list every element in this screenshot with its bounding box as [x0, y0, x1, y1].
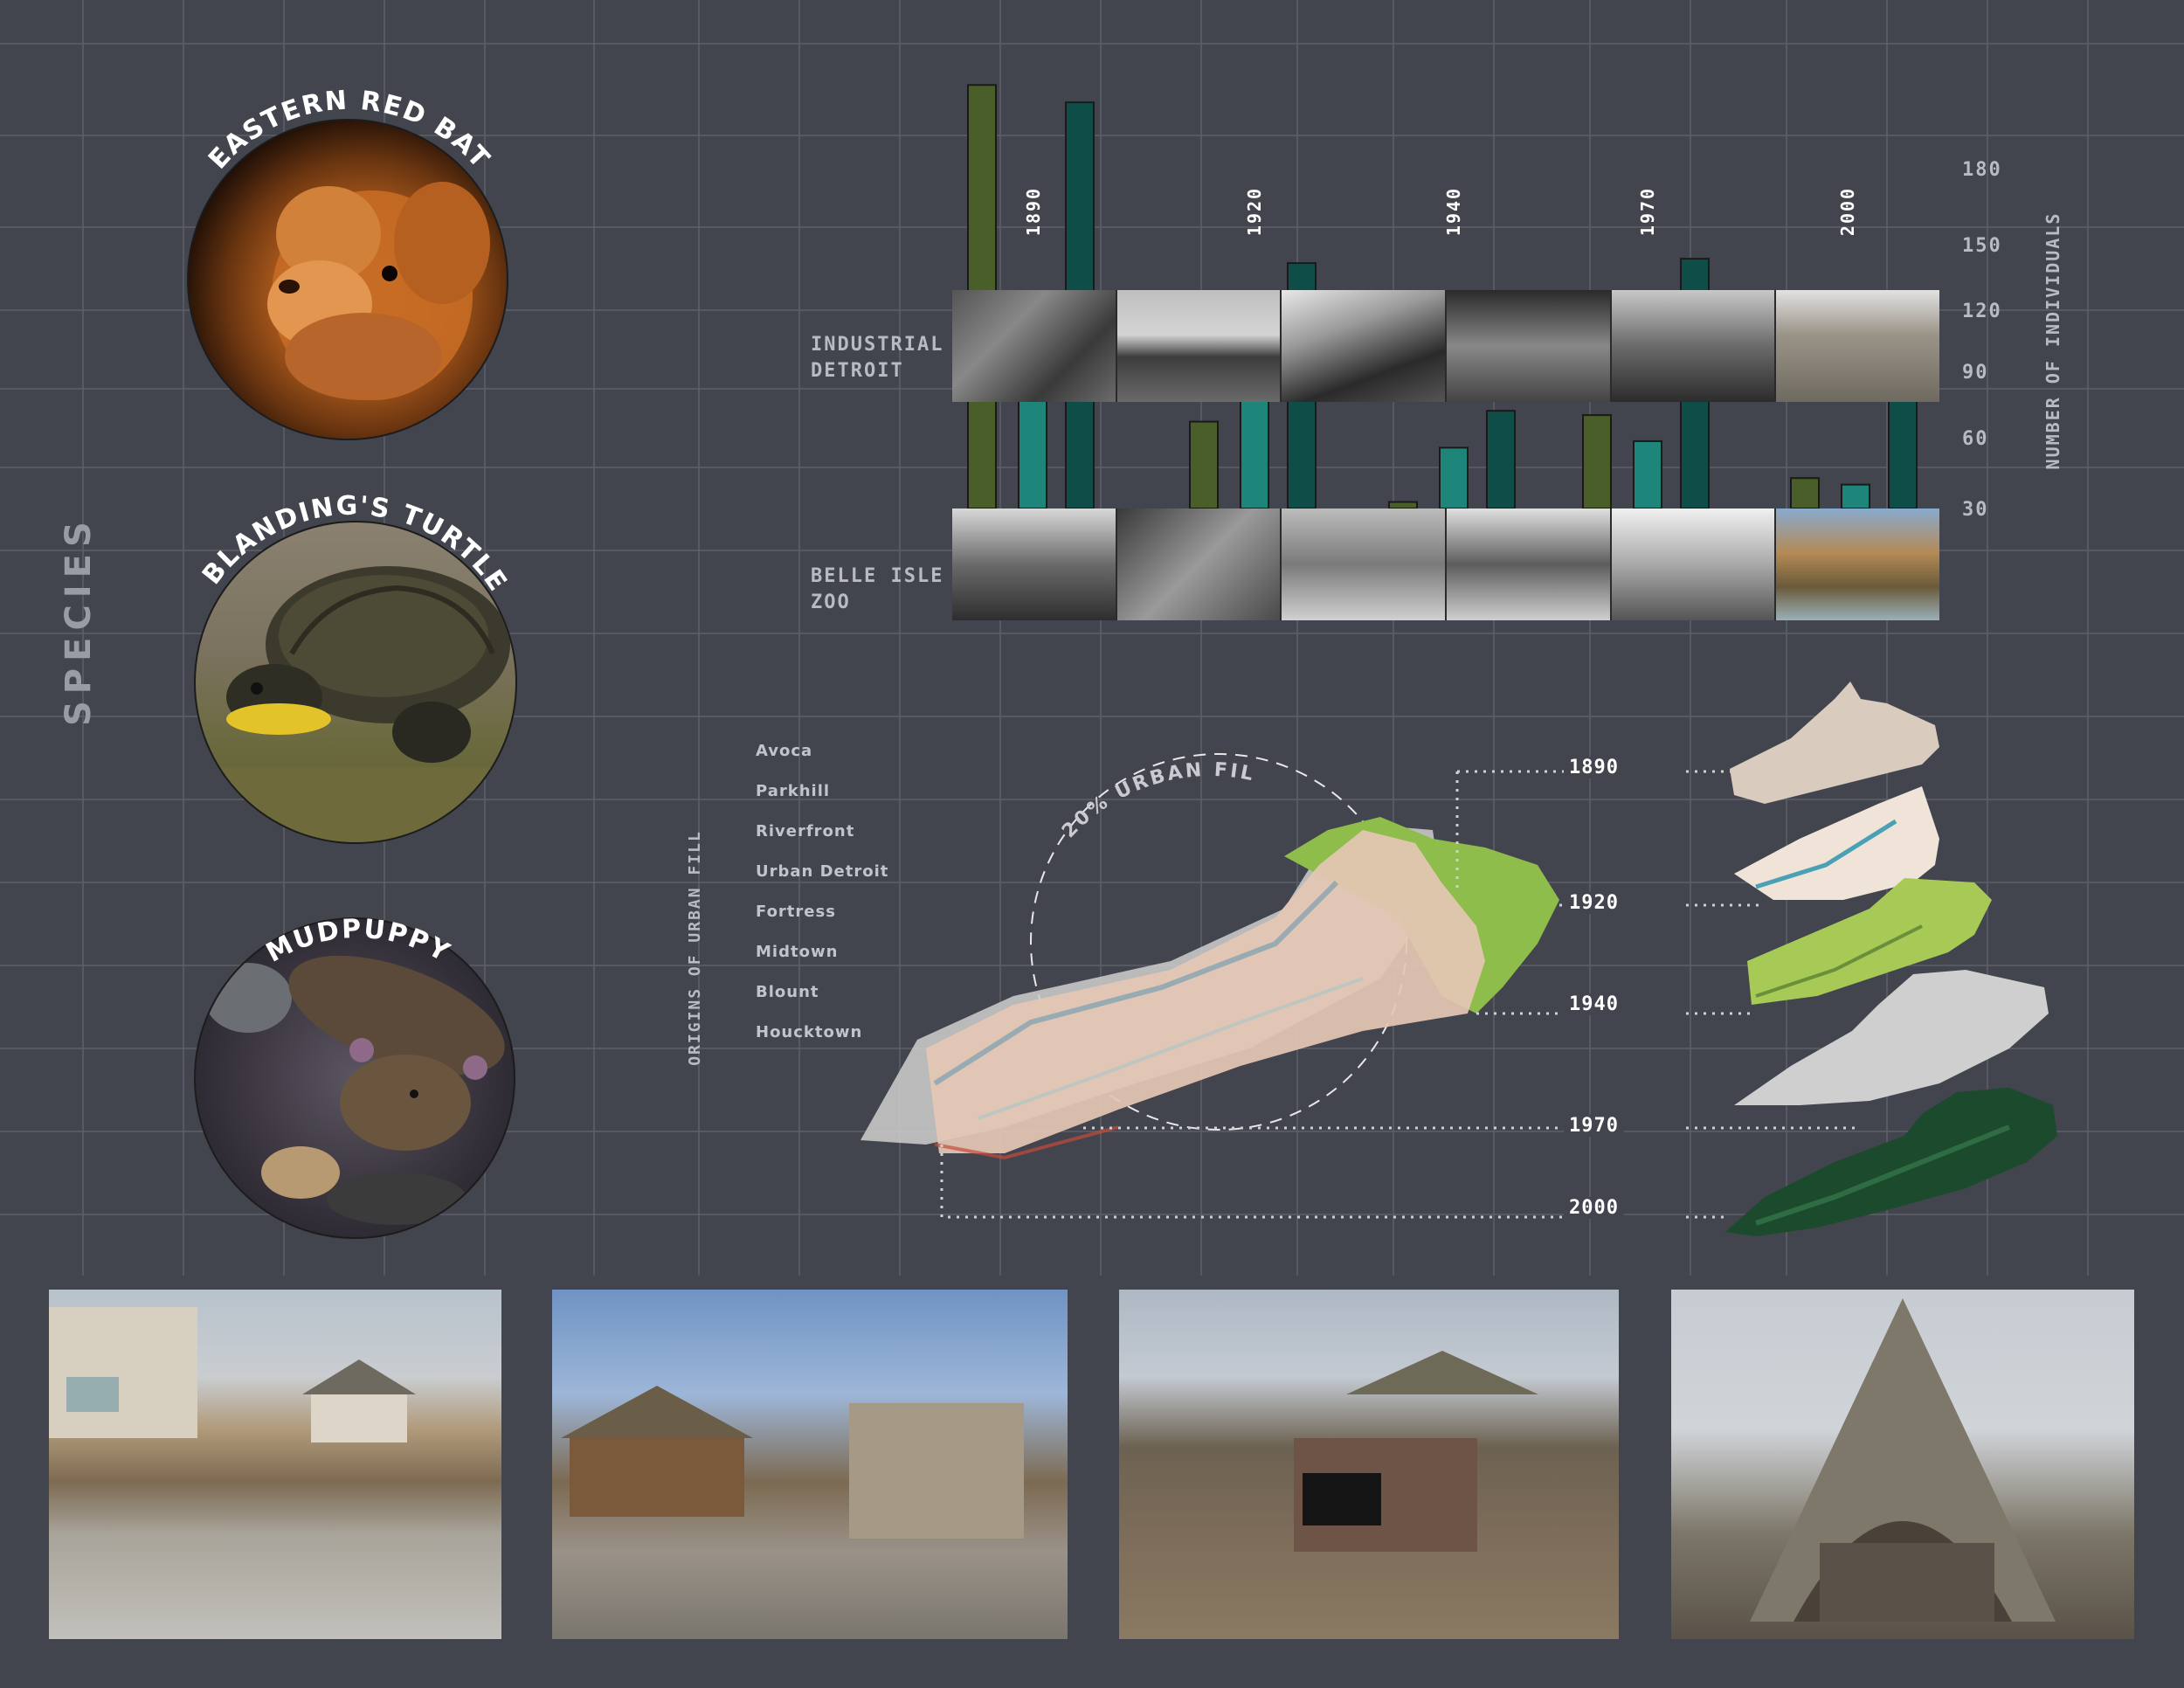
map-year-1970: 1970 [1564, 1115, 1624, 1137]
urban-fill-percent-label: 20% URBAN FILL [0, 0, 1257, 842]
map-year-1890: 1890 [1564, 757, 1624, 778]
site-photo-4 [1671, 1290, 2134, 1639]
map-year-1940: 1940 [1564, 993, 1624, 1015]
map-year-1920: 1920 [1564, 892, 1624, 914]
map-thumb-1890 [1730, 681, 1939, 804]
map-thumb-2000 [1725, 1088, 2057, 1236]
site-photo-3 [1119, 1290, 1619, 1639]
site-photo-2 [552, 1290, 1068, 1639]
belle-isle-map: 20% URBAN FILL [0, 0, 2057, 1236]
main-island-composite [860, 817, 1559, 1160]
site-photo-1 [49, 1290, 501, 1639]
map-year-2000: 2000 [1564, 1197, 1624, 1219]
